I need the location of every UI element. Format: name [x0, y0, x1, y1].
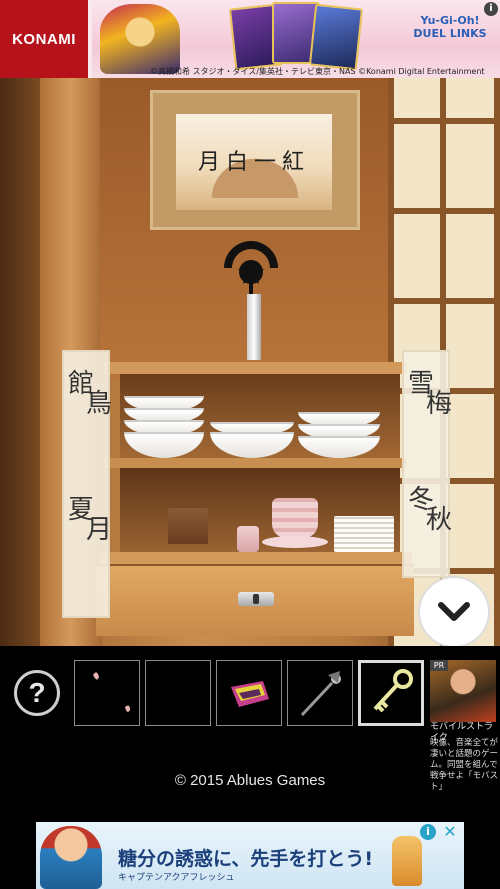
ad-copyright-text: ©高橋和希 スタジオ・ダイス/集英社・テレビ東京・NAS ©Konami Dig…: [150, 67, 485, 76]
door-glyph: 鳥: [86, 389, 113, 419]
keyhole-icon: [253, 594, 259, 604]
scroll-calligraphy: 月白一紅: [197, 150, 310, 175]
patterned-bowl[interactable]: [272, 498, 318, 538]
pointer-tool-icon: [300, 671, 341, 717]
scroll-down-button[interactable]: [420, 578, 488, 646]
ad-info-icon[interactable]: i: [484, 2, 498, 16]
left-wall: [0, 78, 40, 646]
door-glyph: 月: [86, 515, 113, 545]
pr-badge: PR: [430, 660, 448, 671]
cabinet-door-left[interactable]: 館 鳥 夏 月: [62, 350, 113, 618]
ad-character-image: [100, 4, 180, 74]
key-icon: [373, 669, 413, 713]
duel-links-logo: Yu-Gi-Oh! DUEL LINKS: [413, 14, 487, 40]
shelf-divider: [104, 458, 406, 468]
patterned-plate: [262, 536, 328, 548]
shelf-top: [104, 362, 406, 374]
inventory-slot-1[interactable]: [74, 660, 140, 726]
chevron-down-icon: [438, 602, 470, 621]
flower-petals-icon: [93, 672, 130, 712]
bottom-ad-subline: キャプテンアクアフレッシュ: [118, 873, 235, 883]
inventory-slot-4[interactable]: [287, 660, 353, 726]
help-button[interactable]: ?: [14, 670, 60, 716]
copyright-text: © 2015 Ablues Games: [174, 772, 326, 789]
inventory-slot-5[interactable]: [358, 660, 424, 726]
fan-stand: [247, 294, 261, 360]
plate-stack[interactable]: [334, 516, 394, 552]
game-scene[interactable]: 月白一紅 館 鳥 夏 月 雪 梅 冬 秋: [0, 78, 500, 646]
small-cup[interactable]: [237, 526, 259, 552]
wooden-box[interactable]: [168, 508, 208, 544]
ad-character-image: [40, 826, 102, 889]
bottom-ad-headline[interactable]: 糖分の誘惑に、先手を打とう!: [118, 844, 373, 871]
cabinet-door-right[interactable]: 雪 梅 冬 秋: [402, 350, 453, 578]
inventory-slot-2[interactable]: [145, 660, 211, 726]
shelf-base: [100, 552, 412, 564]
door-glyph: 梅: [426, 389, 453, 419]
ad-close-icon[interactable]: ✕: [442, 824, 458, 840]
door-glyph: 秋: [426, 505, 453, 535]
konami-logo[interactable]: KONAMI: [0, 0, 88, 78]
cloth-icon: [231, 681, 269, 707]
ad-info-icon[interactable]: i: [420, 824, 436, 840]
ad-card-image: [308, 3, 364, 71]
ad-product-image: [392, 836, 422, 886]
inventory-slot-3[interactable]: [216, 660, 282, 726]
fan-crest-icon[interactable]: [220, 238, 282, 296]
